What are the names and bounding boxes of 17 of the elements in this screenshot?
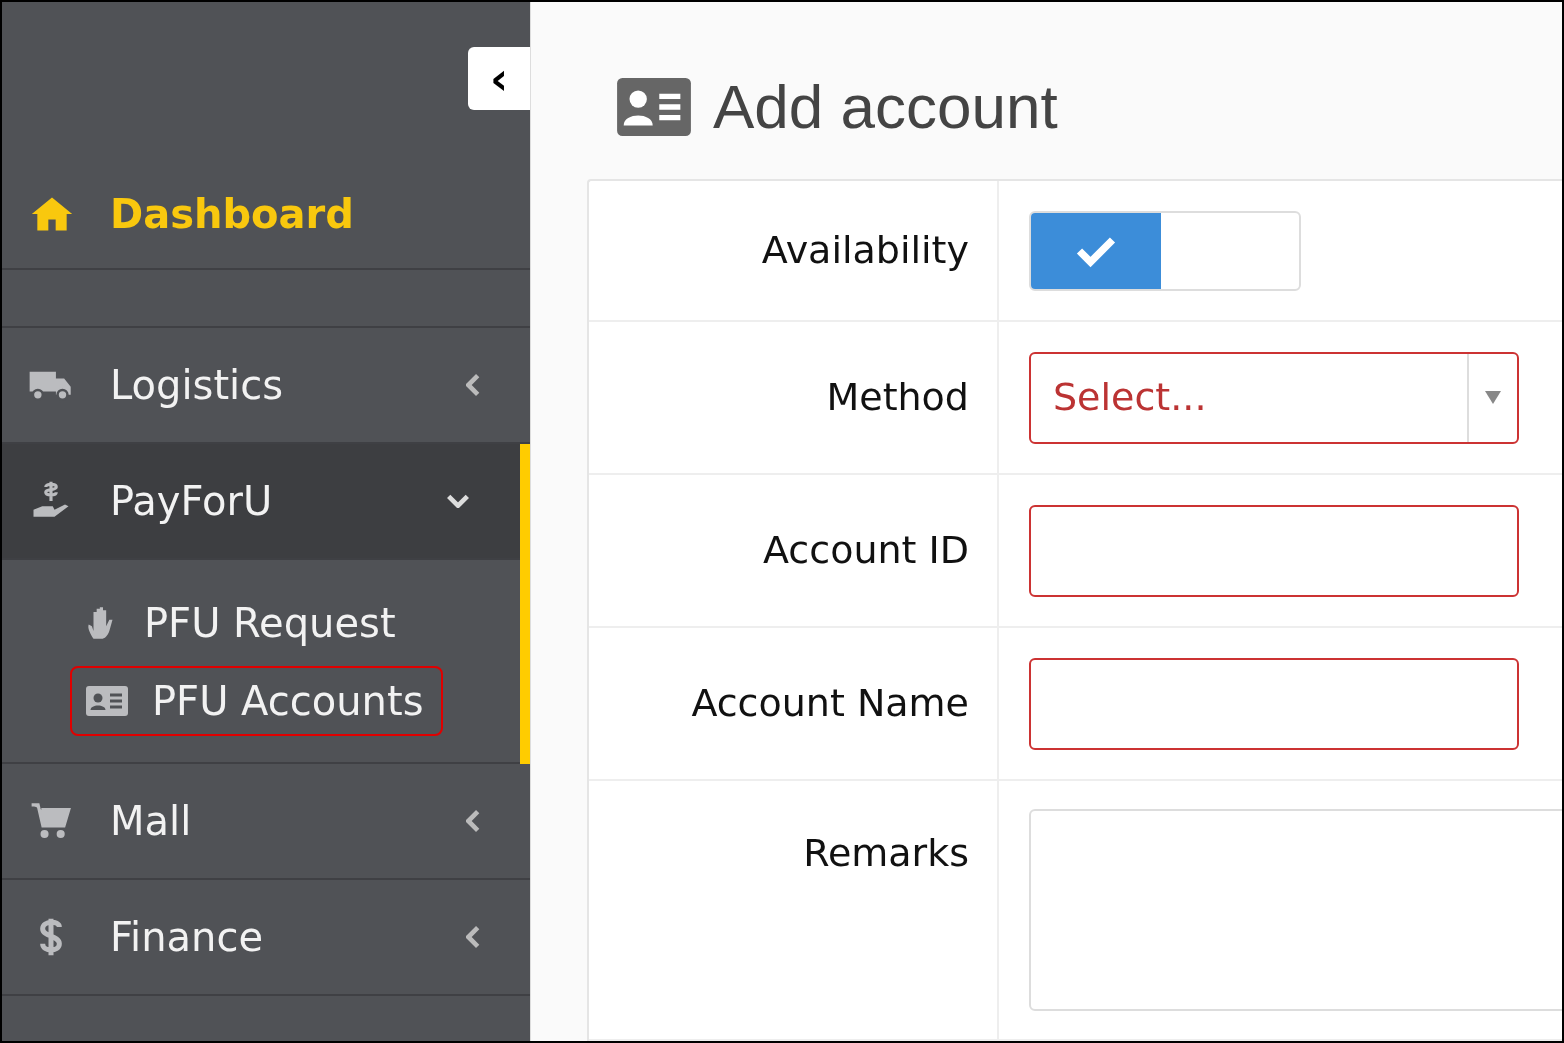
collapse-sidebar-button[interactable]: ‹ [468,47,530,110]
id-card-icon [86,685,128,717]
page-title: Add account [713,71,1058,143]
id-card-icon [617,77,691,136]
input-field[interactable] [1029,657,1519,750]
field-label: Account Name [691,680,969,727]
field-label: Availability [761,227,969,274]
field-label: Remarks [803,830,969,877]
field-label: Method [826,374,969,421]
dropdown-arrow-icon [1485,391,1501,404]
submenu-item[interactable]: PFU Request [70,588,416,658]
field-label: Account ID [763,527,969,574]
method-dropdown[interactable]: Select... [1029,351,1519,444]
availability-toggle[interactable] [1029,210,1301,291]
sidebar-menu-item[interactable]: PayForU [2,444,520,560]
input-field[interactable] [1029,504,1519,597]
submenu-item[interactable]: PFU Accounts [70,666,444,736]
